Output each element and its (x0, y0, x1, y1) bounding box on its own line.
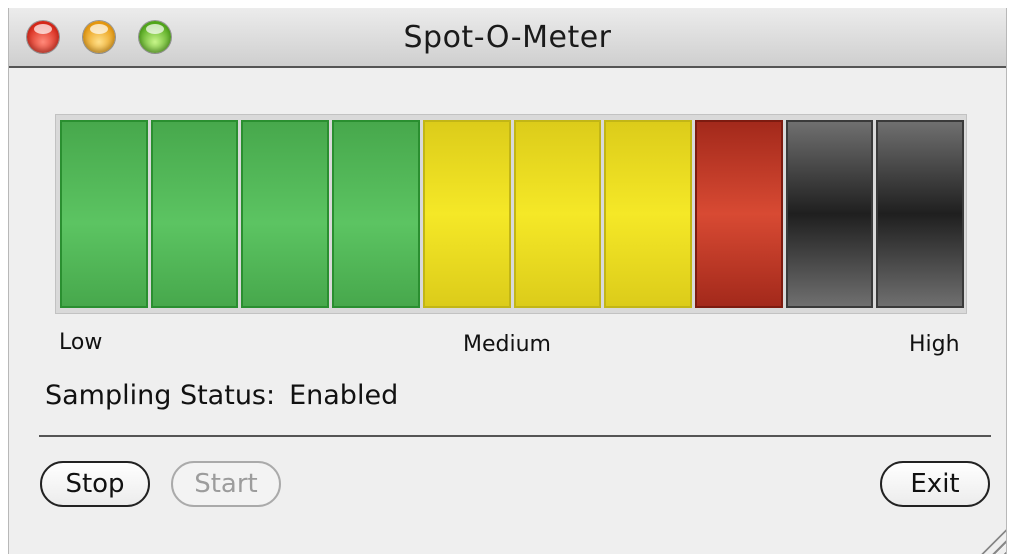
meter-segment-4 (332, 120, 420, 308)
meter-segment-3 (241, 120, 330, 308)
start-button[interactable]: Start (171, 461, 281, 507)
meter-label-high: High (909, 332, 960, 357)
spot-o-meter-window: Spot-O-Meter Low Medium High Sampling St… (8, 8, 1007, 554)
meter-label-low: Low (59, 330, 103, 355)
window-title: Spot-O-Meter (403, 20, 612, 55)
meter-segment-1 (60, 120, 148, 308)
meter-label-medium: Medium (463, 332, 551, 357)
meter-segment-8 (694, 120, 783, 308)
meter-segment-5 (422, 120, 511, 308)
title-bar: Spot-O-Meter (9, 8, 1006, 68)
resize-grip-icon[interactable] (978, 526, 1006, 554)
sampling-status-value: Enabled (289, 380, 399, 411)
sampling-status: Sampling Status: Enabled (45, 380, 398, 411)
meter-segment-10 (876, 120, 965, 308)
exit-button[interactable]: Exit (880, 461, 990, 507)
meter-segment-7 (604, 120, 692, 308)
sampling-status-label: Sampling Status: (45, 380, 276, 411)
meter-segment-9 (785, 120, 874, 308)
meter-segment-2 (150, 120, 239, 308)
divider (39, 435, 991, 437)
stop-button[interactable]: Stop (40, 461, 150, 507)
meter-segment-6 (513, 120, 602, 308)
level-meter (55, 114, 967, 314)
